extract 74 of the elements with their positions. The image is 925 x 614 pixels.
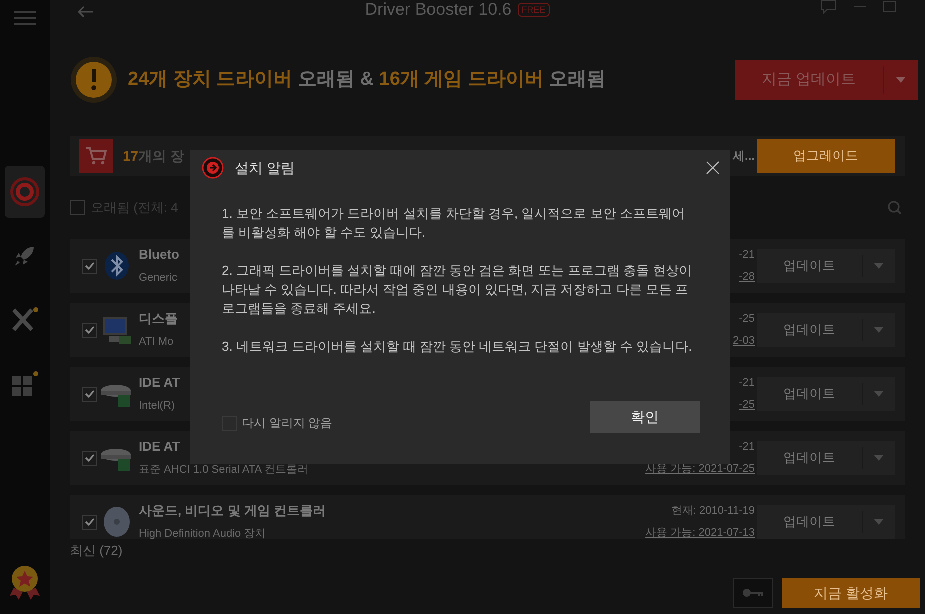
search-icon[interactable] [888,200,902,214]
current-date: -21 [739,248,755,262]
app-logo-icon [202,157,224,179]
key-icon [742,588,764,598]
available-date: 2-03 [732,334,755,348]
warning-icon [70,56,118,104]
available-date: 사용 가능: 2021-07-25 [646,462,755,476]
caret-icon[interactable] [874,519,884,525]
current-date: 현재: 2010-11-19 [671,504,755,518]
up-to-date-label: 최신 (72) [70,542,123,560]
available-date: -25 [739,398,755,412]
target-icon [10,177,40,207]
checkbox[interactable] [82,514,97,530]
notice-paragraph: 1. 보안 소프트웨어가 드라이버 설치를 차단할 경우, 일시적으로 보안 소프트웨어를 비활성화 해야 할 수도 있습니다. [222,205,686,242]
dialog-title: 설치 알림 [235,158,295,178]
available-date: 사용 가능: 2021-07-13 [646,526,755,539]
current-date: -21 [739,376,755,390]
device-name: 디스플 [139,311,178,327]
caret-icon[interactable] [874,391,884,397]
ok-button[interactable]: 확인 [590,401,700,433]
checkmark-icon [84,390,94,398]
device-name: IDE AT [139,439,182,455]
caret-icon[interactable] [874,263,884,269]
outdated-summary: 24개 장치 드라이버 오래됨 & 16개 게임 드라이버 오래됨 [128,68,606,90]
sidebar-item[interactable] [5,166,45,218]
available-date: -28 [739,270,755,284]
device-name: IDE AT [139,375,180,391]
checkbox[interactable] [82,450,97,466]
close-icon[interactable] [706,161,720,175]
menu-icon[interactable] [14,10,36,26]
update-button[interactable]: 업데이트 [757,249,862,283]
device-subtitle: ATI Mo [139,335,175,349]
checkbox[interactable] [82,386,97,402]
window-title: Driver Booster 10.6 [365,0,512,20]
edition-badge: FREE [518,3,550,17]
current-date: -25 [739,312,755,326]
checkmark-icon [84,326,94,334]
bluetooth-icon [103,251,131,281]
device-name: Blueto [139,247,180,263]
update-now-button[interactable]: 지금 업데이트 [735,60,883,100]
caret-icon[interactable] [874,455,884,461]
cart-icon [79,139,113,173]
speaker-icon [102,506,132,538]
maximize-icon[interactable] [883,1,897,13]
checkmark-icon [84,454,94,462]
checkmark-icon [84,518,94,526]
device-subtitle: High Definition Audio 장치 [139,527,268,539]
update-button[interactable]: 업데이트 [757,441,862,475]
caret-icon[interactable] [896,77,906,83]
activate-now-button[interactable]: 지금 활성화 [782,578,920,608]
chat-icon[interactable] [821,0,837,14]
upgrade-button[interactable]: 업그레이드 [757,139,895,173]
promo-text-tail: 세... [732,148,755,165]
device-subtitle: 표준 AHCI 1.0 Serial ATA 컨트롤러 [139,463,309,477]
checkmark-icon [84,262,94,270]
notice-paragraph: 3. 네트워크 드라이버를 설치할 때 잠깐 동안 네트워크 단절이 발생할 수 있습니다. [222,338,694,356]
tools-icon [10,306,40,334]
checkbox[interactable] [82,258,97,274]
caret-icon[interactable] [874,327,884,333]
license-key-button[interactable] [733,578,773,608]
apps-grid-icon [10,370,40,398]
update-button[interactable]: 업데이트 [757,505,862,539]
notice-paragraph: 2. 그래픽 드라이버를 설치할 때에 잠깐 동안 검은 화면 또는 프로그램 충돌 현상이 나타날 수 있습니다. 따라서 작업 중인 내용이 있다면, 지금 저장하고 다른 모든 프로그램들을 종료해 주세요. [222,262,694,318]
update-button[interactable]: 업데이트 [757,313,862,347]
current-date: -21 [739,440,755,454]
device-name: 사운드, 비디오 및 게임 컨트롤러 [139,503,326,519]
checkbox[interactable] [82,322,97,338]
monitor-icon [101,314,133,346]
update-button[interactable]: 업데이트 [757,377,862,411]
device-subtitle: Intel(R) [139,399,176,413]
back-arrow-icon[interactable] [78,6,94,18]
device-subtitle: Generic [139,271,179,285]
dont-show-again-label: 다시 알리지 않음 [242,415,333,432]
checkbox[interactable] [70,200,85,215]
